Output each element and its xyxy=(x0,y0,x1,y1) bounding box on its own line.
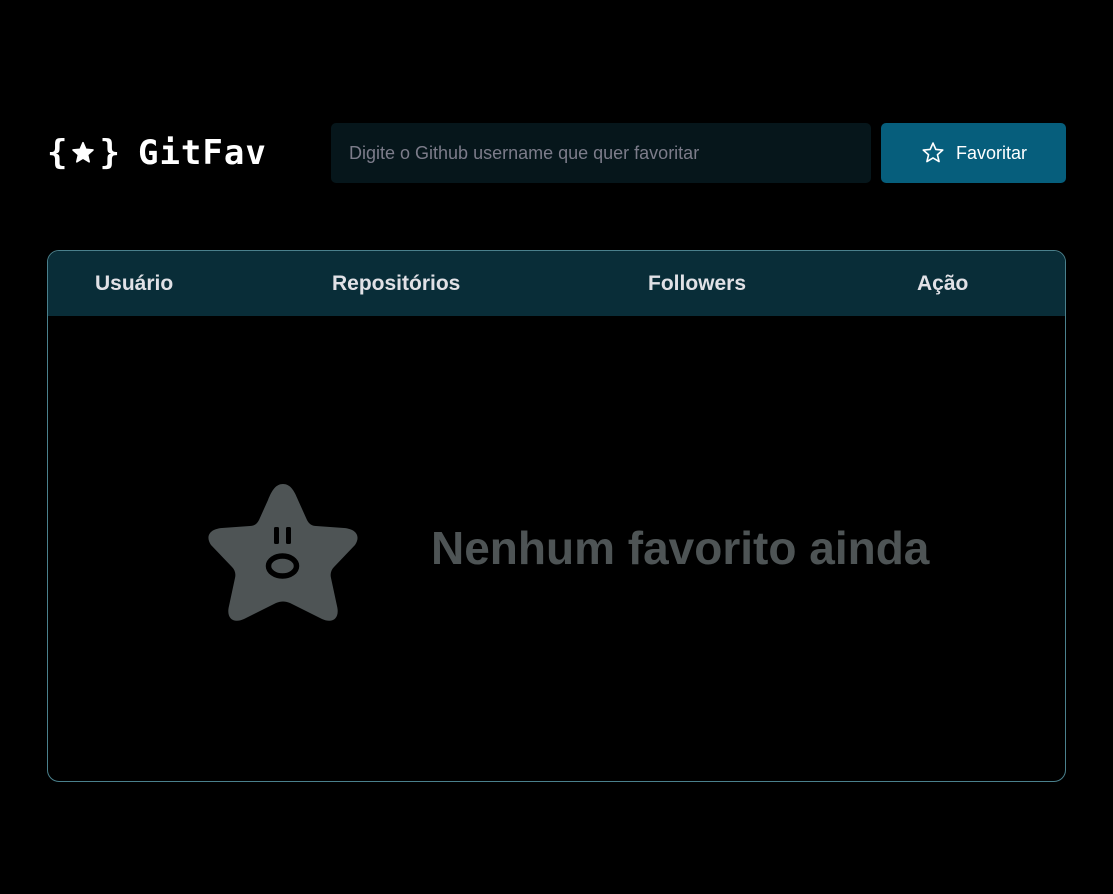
favoritar-button[interactable]: Favoritar xyxy=(881,123,1066,183)
empty-state: Nenhum favorito ainda xyxy=(48,316,1065,781)
column-header-usuario: Usuário xyxy=(95,272,174,295)
empty-message: Nenhum favorito ainda xyxy=(431,522,930,574)
gitfav-page: { } GitFav Favoritar Usuário Repositório… xyxy=(0,0,1113,894)
surprised-star-icon xyxy=(208,484,358,621)
column-header-repositorios: Repositórios xyxy=(332,272,461,295)
search-input[interactable] xyxy=(331,123,871,183)
favoritar-button-label: Favoritar xyxy=(955,142,1027,163)
column-header-followers: Followers xyxy=(648,272,747,295)
logo: { } GitFav xyxy=(47,132,267,174)
logo-brace-close: } xyxy=(99,133,120,173)
header: { } GitFav Favoritar xyxy=(47,123,1066,183)
logo-brace-open: { xyxy=(47,133,68,173)
column-header-acao: Ação xyxy=(917,272,969,295)
logo-text: GitFav xyxy=(137,133,267,173)
star-outline-icon xyxy=(922,142,944,163)
star-icon xyxy=(70,140,96,166)
favorites-table: Usuário Repositórios Followers Ação Nenh… xyxy=(47,250,1066,782)
table-header: Usuário Repositórios Followers Ação xyxy=(48,251,1065,316)
